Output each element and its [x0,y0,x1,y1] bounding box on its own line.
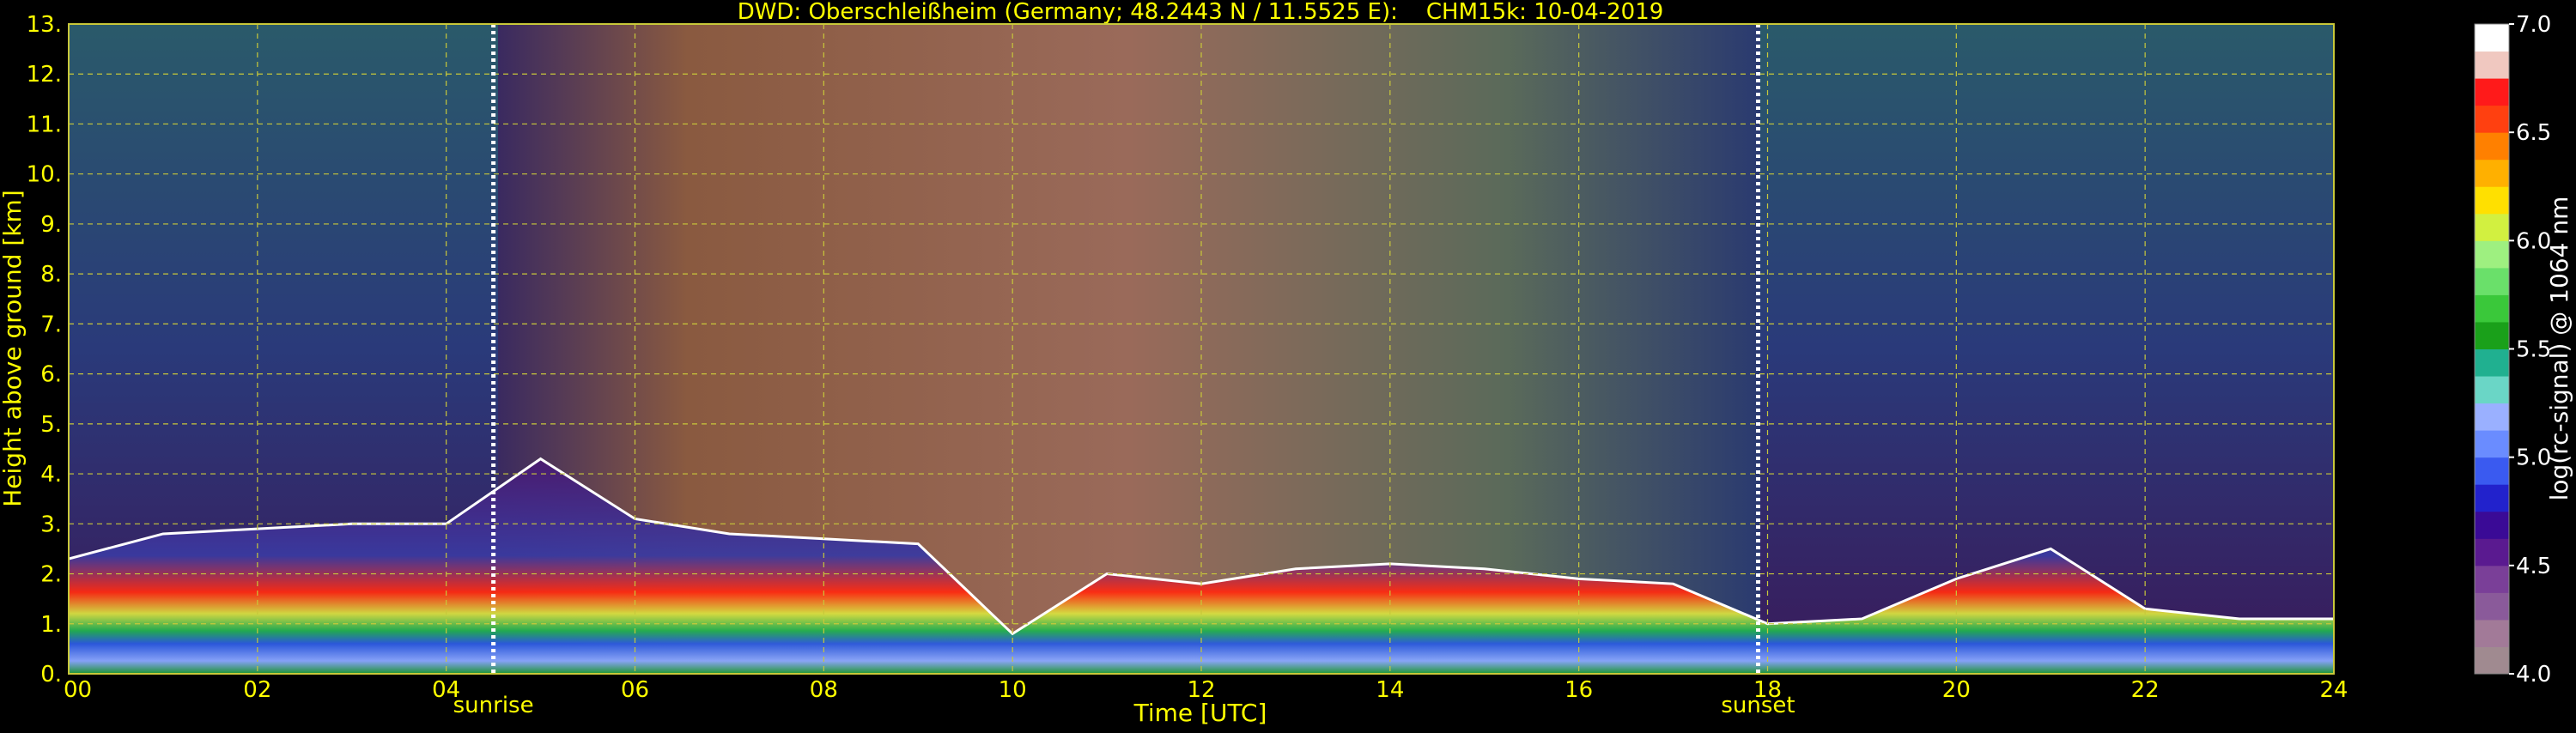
y-tick-label: 9. [40,212,62,238]
y-tick-label: 13. [27,12,62,38]
y-tick-label: 5. [40,412,62,438]
x-tick-label: 06 [621,677,649,703]
y-tick-label: 8. [40,262,62,288]
colorbar-tick-label: 4.0 [2516,662,2551,688]
plot-area [69,24,2334,674]
x-tick-label: 16 [1564,677,1593,703]
y-tick-label: 0. [40,662,62,688]
colorbar-swatch [2475,484,2509,512]
y-tick-labels: 0. 1. 2. 3. 4. 5. 6. 7. 8. 9. 10. 11. 12. 13. [27,12,62,688]
x-tick-label: 20 [1942,677,1971,703]
x-tick-labels: 00 02 04 06 08 10 12 14 16 18 20 22 24 [64,677,2348,703]
colorbar-swatch [2475,376,2509,404]
colorbar-swatch [2475,457,2509,485]
colorbar-tick-label: 6.5 [2516,120,2551,146]
x-tick-label: 00 [64,677,92,703]
colorbar-swatch [2475,24,2509,52]
sunset-label: sunset [1721,693,1795,718]
y-tick-label: 11. [27,112,62,137]
y-tick-label: 6. [40,362,62,388]
colorbar-swatch [2475,619,2509,647]
y-tick-label: 7. [40,312,62,337]
y-axis-label: Height above ground [km] [0,190,27,507]
colorbar-swatch [2475,78,2509,106]
x-tick-label: 10 [999,677,1027,703]
colorbar-swatch [2475,51,2509,79]
x-tick-label: 12 [1187,677,1215,703]
x-tick-label: 02 [243,677,271,703]
colorbar-label: log(rc-signal) @ 1064 nm [2545,197,2573,501]
colorbar-swatch [2475,186,2509,215]
colorbar-swatch [2475,240,2509,269]
colorbar-tick-label: 4.5 [2516,554,2551,579]
sunrise-label: sunrise [453,693,534,718]
chart-svg: DWD: Oberschleißheim (Germany; 48.2443 N… [0,0,2573,727]
x-tick-label: 08 [810,677,838,703]
colorbar-swatch [2475,213,2509,241]
colorbar-swatch [2475,646,2509,675]
y-tick-label: 4. [40,462,62,488]
colorbar-swatch [2475,348,2509,377]
x-tick-label: 22 [2131,677,2160,703]
y-tick-label: 10. [27,162,62,188]
colorbar-swatch [2475,511,2509,539]
colorbar-swatch [2475,159,2509,187]
chart-title: DWD: Oberschleißheim (Germany; 48.2443 N… [738,0,1664,25]
y-tick-label: 3. [40,512,62,537]
colorbar-tick-label: 7.0 [2516,12,2551,38]
colorbar-swatches [2475,24,2509,675]
x-tick-label: 24 [2319,677,2348,703]
y-tick-label: 2. [40,562,62,588]
y-tick-label: 12. [27,62,62,88]
colorbar-swatch [2475,565,2509,593]
colorbar-swatch [2475,105,2509,133]
colorbar-swatch [2475,403,2509,431]
colorbar: 4.04.55.05.56.06.57.0 log(rc-signal) @ 1… [2474,12,2573,688]
y-tick-label: 1. [40,612,62,638]
colorbar-swatch [2475,267,2509,295]
x-tick-label: 14 [1376,677,1404,703]
colorbar-swatch [2475,294,2509,323]
colorbar-swatch [2475,538,2509,566]
ceilometer-figure: DWD: Oberschleißheim (Germany; 48.2443 N… [0,0,2576,730]
colorbar-swatch [2475,430,2509,458]
colorbar-swatch [2475,132,2509,161]
annotation-labels: sunrise sunset [453,693,1795,718]
colorbar-swatch [2475,592,2509,621]
colorbar-swatch [2475,321,2509,349]
